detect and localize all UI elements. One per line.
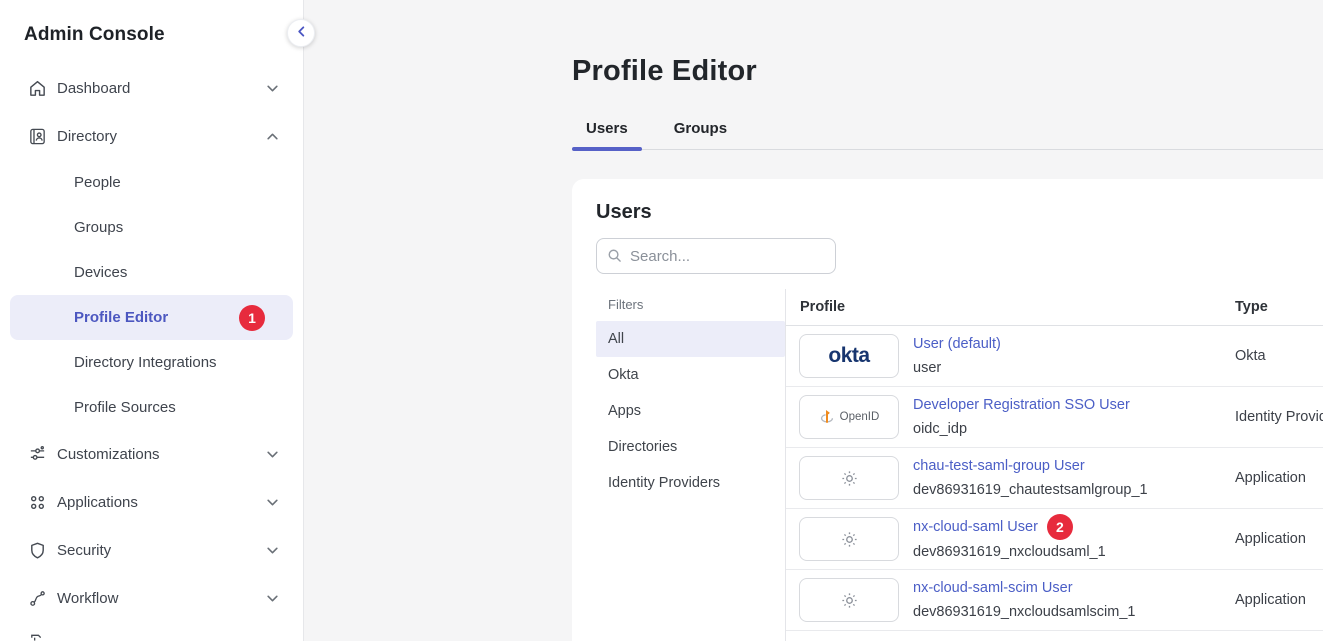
sidebar-item-people[interactable]: People: [10, 160, 293, 205]
profile-cell: OpenID Developer Registration SSO User o…: [786, 393, 1235, 441]
filter-apps[interactable]: Apps: [596, 393, 785, 429]
profile-subtitle: dev86931619_chautestsamlgroup_1: [913, 478, 1148, 502]
users-panel-heading: Users: [596, 201, 1323, 224]
profile-subtitle: oidc_idp: [913, 417, 1130, 441]
search-box: [596, 238, 836, 274]
panel-body: Filters All Okta Apps Directories Identi…: [596, 289, 1323, 641]
search-input[interactable]: [596, 238, 836, 274]
sidebar-item-directory-integrations[interactable]: Directory Integrations: [10, 340, 293, 385]
main-content: Profile Editor Users Groups Users Filter…: [304, 0, 1323, 641]
filters-column: Filters All Okta Apps Directories Identi…: [596, 289, 786, 641]
sidebar-item-label: Customizations: [57, 446, 266, 463]
annotation-badge-2: 2: [1047, 514, 1073, 540]
type-cell: Application: [1235, 531, 1306, 547]
directory-icon: [28, 127, 47, 146]
table-row: chau-test-saml-group User dev86931619_ch…: [786, 448, 1323, 509]
profile-link-developer-registration-sso[interactable]: Developer Registration SSO User: [913, 393, 1130, 417]
sidebar-item-label: Workflow: [57, 590, 266, 607]
chevron-down-icon: [266, 82, 279, 95]
filter-okta[interactable]: Okta: [596, 357, 785, 393]
profile-link-nx-cloud-saml-scim[interactable]: nx-cloud-saml-scim User: [913, 576, 1073, 600]
sidebar-item-applications[interactable]: Applications: [10, 478, 293, 526]
sidebar-item-customizations[interactable]: Customizations: [10, 430, 293, 478]
type-cell: Application: [1235, 592, 1306, 608]
chevron-up-icon: [266, 130, 279, 143]
sidebar-nav: Dashboard Directory People G: [0, 64, 303, 622]
sidebar-item-profile-editor[interactable]: Profile Editor 1: [10, 295, 293, 340]
shield-icon: [28, 541, 47, 560]
page-title: Profile Editor: [572, 55, 1323, 88]
tab-users[interactable]: Users: [572, 120, 642, 149]
openid-logo: OpenID: [799, 395, 899, 439]
table-row: okta User (default) user Okta: [786, 326, 1323, 387]
tab-bar: Users Groups: [572, 120, 1323, 150]
chevron-left-icon: [296, 24, 307, 42]
profile-cell: nx-cloud-saml User 2 dev86931619_nxcloud…: [786, 514, 1235, 564]
tab-groups[interactable]: Groups: [660, 120, 741, 149]
sidebar-item-label: Groups: [74, 219, 279, 236]
profile-cell: chau-test-saml-group User dev86931619_ch…: [786, 454, 1235, 502]
sidebar-item-label: Applications: [57, 494, 266, 511]
profile-link-chau-test-saml-group[interactable]: chau-test-saml-group User: [913, 454, 1085, 478]
profiles-table: Profile Type okta User (default) user: [786, 289, 1323, 641]
sliders-icon: [28, 445, 47, 464]
table-header-row: Profile Type: [786, 289, 1323, 326]
profile-subtitle: dev86931619_nxcloudsaml_1: [913, 540, 1106, 564]
type-cell: Okta: [1235, 348, 1266, 364]
profile-link-nx-cloud-saml[interactable]: nx-cloud-saml User: [913, 515, 1038, 539]
gear-icon: [799, 456, 899, 500]
profile-cell: nx-cloud-saml-scim User dev86931619_nxcl…: [786, 576, 1235, 624]
column-header-type: Type: [1235, 299, 1268, 315]
sidebar-item-label: Directory Integrations: [74, 354, 279, 371]
sidebar: Admin Console Dashboard: [0, 0, 304, 641]
filter-directories[interactable]: Directories: [596, 429, 785, 465]
profile-link-user-default[interactable]: User (default): [913, 332, 1001, 356]
sidebar-item-devices[interactable]: Devices: [10, 250, 293, 295]
filter-all[interactable]: All: [596, 321, 785, 357]
sidebar-item-label: Profile Editor: [74, 309, 239, 326]
type-cell: Identity Provider: [1235, 409, 1323, 425]
chevron-down-icon: [266, 544, 279, 557]
annotation-badge-1: 1: [239, 305, 265, 331]
reports-icon: [28, 632, 47, 641]
sidebar-collapse-button[interactable]: [287, 19, 315, 47]
profile-subtitle: dev86931619_nxcloudsamlscim_1: [913, 600, 1135, 624]
users-panel: Users Filters All Okta Apps Directories …: [572, 179, 1323, 641]
openid-mark-icon: [819, 409, 836, 425]
gear-icon: [799, 517, 899, 561]
sidebar-item-label: Directory: [57, 128, 266, 145]
table-row: nx-cloud-saml User 2 dev86931619_nxcloud…: [786, 509, 1323, 570]
sidebar-item-label: Dashboard: [57, 80, 266, 97]
profile-cell: okta User (default) user: [786, 332, 1235, 380]
okta-logo: okta: [799, 334, 899, 378]
workflow-icon: [28, 589, 47, 608]
chevron-down-icon: [266, 448, 279, 461]
sidebar-item-directory[interactable]: Directory: [10, 112, 293, 160]
sidebar-item-label: People: [74, 174, 279, 191]
sidebar-item-label: Profile Sources: [74, 399, 279, 416]
home-icon: [28, 79, 47, 98]
app-title: Admin Console: [0, 0, 303, 46]
filter-identity-providers[interactable]: Identity Providers: [596, 465, 785, 501]
sidebar-item-profile-sources[interactable]: Profile Sources: [10, 385, 293, 430]
chevron-down-icon: [266, 496, 279, 509]
sidebar-item-workflow[interactable]: Workflow: [10, 574, 293, 622]
sidebar-item-groups[interactable]: Groups: [10, 205, 293, 250]
sidebar-item-security[interactable]: Security: [10, 526, 293, 574]
sidebar-item-dashboard[interactable]: Dashboard: [10, 64, 293, 112]
profile-subtitle: user: [913, 356, 1001, 380]
column-header-profile: Profile: [786, 299, 1235, 315]
sidebar-item-label: Security: [57, 542, 266, 559]
table-row: nx-cloud-saml-scim User dev86931619_nxcl…: [786, 570, 1323, 631]
gear-icon: [799, 578, 899, 622]
search-icon: [607, 248, 622, 268]
sidebar-item-label: Devices: [74, 264, 279, 281]
type-cell: Application: [1235, 470, 1306, 486]
apps-grid-icon: [28, 493, 47, 512]
chevron-down-icon: [266, 592, 279, 605]
filters-label: Filters: [596, 289, 785, 321]
table-row: OpenID Developer Registration SSO User o…: [786, 387, 1323, 448]
